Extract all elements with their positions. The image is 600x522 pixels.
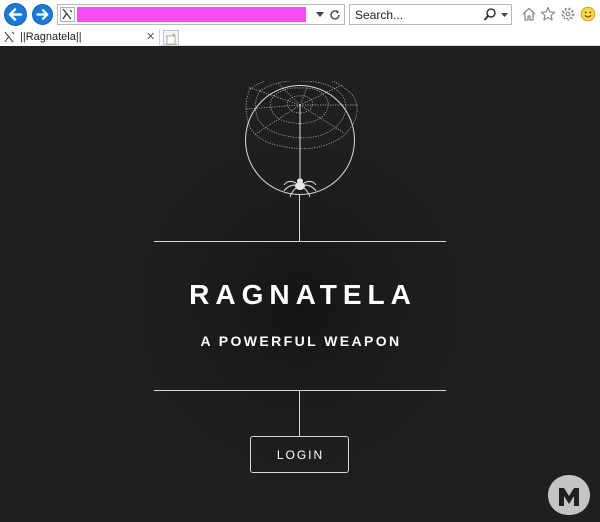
- home-icon[interactable]: [521, 6, 537, 22]
- page-subtitle: A POWERFUL WEAPON: [200, 333, 402, 349]
- smiley-icon[interactable]: [580, 6, 596, 22]
- refresh-button[interactable]: [328, 7, 342, 22]
- back-arrow-icon: [8, 8, 23, 21]
- gear-icon[interactable]: [560, 6, 576, 22]
- tab-strip: ||Ragnatela|| ✕: [0, 29, 600, 46]
- address-url-redacted[interactable]: [77, 7, 306, 22]
- address-bar[interactable]: [57, 4, 345, 25]
- back-button[interactable]: [4, 3, 27, 26]
- refresh-icon: [330, 9, 340, 20]
- chevron-down-icon: [316, 12, 324, 17]
- address-dropdown-button[interactable]: [314, 7, 326, 22]
- spider-web-icon: [245, 81, 358, 198]
- tab-title: ||Ragnatela||: [20, 31, 82, 43]
- search-input-placeholder[interactable]: Search...: [355, 8, 403, 22]
- search-dropdown-button[interactable]: [499, 7, 509, 22]
- browser-toolbar: Search...: [0, 0, 600, 29]
- site-favicon-icon: [60, 7, 75, 22]
- new-tab-icon: [166, 33, 176, 45]
- forward-arrow-icon: [36, 9, 49, 20]
- divider-top: [154, 241, 446, 242]
- search-icon[interactable]: [483, 7, 497, 22]
- tab-ragnatela[interactable]: ||Ragnatela|| ✕: [0, 29, 160, 46]
- connector-line-bottom: [299, 391, 300, 436]
- malwarebytes-logo-icon: [548, 475, 590, 515]
- new-tab-button[interactable]: [163, 30, 179, 45]
- forward-button[interactable]: [32, 4, 53, 25]
- login-button[interactable]: LOGIN: [250, 436, 349, 473]
- search-box[interactable]: Search...: [349, 4, 512, 25]
- page-title: RAGNATELA: [189, 279, 417, 310]
- connector-line-top: [299, 195, 300, 241]
- site-favicon-icon: [4, 31, 15, 43]
- star-icon[interactable]: [540, 6, 556, 22]
- page-content: RAGNATELA A POWERFUL WEAPON LOGIN: [0, 47, 600, 522]
- chevron-down-icon: [500, 12, 508, 17]
- divider-bottom: [154, 390, 446, 391]
- close-icon[interactable]: ✕: [146, 30, 155, 43]
